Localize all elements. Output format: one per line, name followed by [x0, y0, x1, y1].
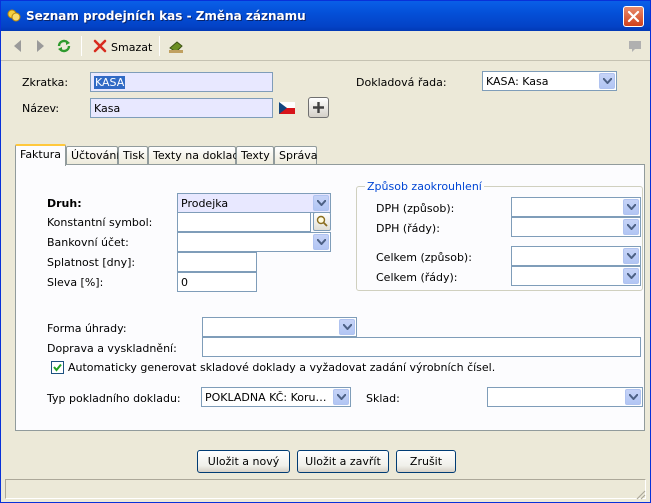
sklad-select[interactable]: [487, 387, 643, 407]
tab-label: Texty na doklad: [153, 149, 240, 162]
typ-dokladu-label: Typ pokladního dokladu:: [47, 392, 181, 405]
sleva-value: 0: [181, 276, 188, 289]
forward-arrow-icon[interactable]: [32, 38, 48, 54]
czech-flag-icon[interactable]: [279, 102, 295, 114]
bank-ucet-label: Bankovní účet:: [47, 236, 129, 249]
status-bar: [5, 479, 646, 499]
resize-grip-icon[interactable]: [634, 488, 646, 500]
chevron-down-icon: [623, 219, 639, 235]
dokladova-rada-select[interactable]: KASA: Kasa: [482, 71, 617, 91]
comment-icon[interactable]: [627, 38, 643, 54]
plus-icon: [313, 102, 324, 113]
nazev-field[interactable]: Kasa: [90, 98, 273, 118]
tab-tisk[interactable]: Tisk: [118, 146, 148, 165]
zkratka-label: Zkratka:: [22, 76, 69, 89]
forma-uhrady-select[interactable]: [202, 317, 357, 337]
celkem-zpusob-select[interactable]: [511, 246, 641, 266]
tab-label: Faktura: [20, 148, 61, 161]
chevron-down-icon: [339, 319, 355, 335]
sklad-label: Sklad:: [366, 392, 400, 405]
close-button[interactable]: [623, 6, 644, 27]
konst-symbol-lookup-button[interactable]: [313, 212, 331, 231]
title-bar[interactable]: Seznam prodejních kas - Změna záznamu: [1, 1, 650, 31]
doprava-field[interactable]: [202, 337, 641, 357]
zkratka-field[interactable]: KASA: [90, 72, 273, 92]
zkratka-value: KASA: [94, 76, 126, 89]
chevron-down-icon: [625, 389, 641, 405]
print-eraser-icon[interactable]: [168, 38, 184, 54]
cancel-button[interactable]: Zrušit: [396, 450, 456, 473]
dph-zpusob-select[interactable]: [511, 197, 641, 217]
typ-dokladu-value: POKLADNA KČ: Koruno...: [205, 391, 330, 404]
toolbar-separator: [81, 36, 82, 56]
tab-label: Správa: [279, 149, 318, 162]
tab-label: Texty: [241, 149, 270, 162]
dokladova-rada-label: Dokladová řada:: [356, 76, 447, 89]
save-and-close-button[interactable]: Uložit a zavřít: [297, 450, 389, 473]
close-icon: [627, 10, 640, 23]
checkmark-icon: [53, 363, 62, 372]
chevron-down-icon: [333, 389, 349, 405]
auto-generate-label: Automaticky generovat skladové doklady a…: [68, 361, 496, 374]
doprava-label: Doprava a vyskladnění:: [47, 342, 177, 355]
back-arrow-icon[interactable]: [10, 38, 26, 54]
tab-texty-na-doklad[interactable]: Texty na doklad: [148, 146, 240, 165]
window-title: Seznam prodejních kas - Změna záznamu: [26, 9, 306, 23]
chevron-down-icon: [623, 199, 639, 215]
tab-label: Tisk: [123, 149, 145, 162]
dph-rady-select[interactable]: [511, 217, 641, 237]
delete-button[interactable]: Smazat: [89, 35, 155, 57]
druh-value: Prodejka: [181, 197, 229, 210]
dialog-window: Seznam prodejních kas - Změna záznamu Sm…: [0, 0, 651, 503]
delete-x-icon: [93, 39, 107, 53]
nazev-value: Kasa: [94, 102, 121, 115]
chevron-down-icon: [623, 248, 639, 264]
celkem-zpusob-label: Celkem (způsob):: [376, 251, 472, 264]
celkem-rady-select[interactable]: [511, 266, 641, 286]
celkem-rady-label: Celkem (řády):: [376, 271, 458, 284]
chevron-down-icon: [623, 268, 639, 284]
rounding-group-title: Způsob zaokrouhlení: [365, 180, 484, 193]
konst-symbol-field[interactable]: [177, 212, 311, 232]
tab-texty[interactable]: Texty: [236, 146, 274, 165]
sleva-label: Sleva [%]:: [47, 276, 104, 289]
toolbar: Smazat: [1, 31, 650, 61]
delete-label: Smazat: [111, 41, 153, 54]
typ-dokladu-select[interactable]: POKLADNA KČ: Koruno...: [201, 387, 351, 407]
app-icon: [7, 9, 21, 22]
search-icon: [316, 215, 328, 227]
refresh-icon[interactable]: [56, 38, 72, 54]
dph-zpusob-label: DPH (způsob):: [376, 202, 455, 215]
tab-sprava[interactable]: Správa: [274, 146, 317, 165]
bank-ucet-select[interactable]: [177, 232, 331, 252]
save-and-new-button[interactable]: Uložit a nový: [197, 450, 290, 473]
forma-uhrady-label: Forma úhrady:: [47, 322, 127, 335]
toolbar-separator: [159, 36, 160, 56]
tab-uctovani[interactable]: Účtování: [66, 146, 120, 165]
dokladova-rada-value: KASA: Kasa: [486, 75, 549, 88]
splatnost-field[interactable]: [177, 252, 257, 272]
auto-generate-checkbox[interactable]: [51, 361, 64, 374]
sleva-field[interactable]: 0: [177, 272, 257, 292]
konst-symbol-label: Konstantní symbol:: [47, 216, 153, 229]
nazev-label: Název:: [22, 102, 60, 115]
druh-select[interactable]: Prodejka: [177, 193, 331, 213]
chevron-down-icon: [313, 234, 329, 250]
chevron-down-icon: [599, 73, 615, 89]
chevron-down-icon: [313, 195, 329, 211]
tab-label: Účtování: [71, 149, 120, 162]
dph-rady-label: DPH (řády):: [376, 222, 440, 235]
tab-faktura[interactable]: Faktura: [15, 144, 66, 166]
druh-label: Druh:: [47, 197, 82, 210]
add-translation-button[interactable]: [308, 97, 329, 118]
splatnost-label: Splatnost [dny]:: [47, 256, 136, 269]
